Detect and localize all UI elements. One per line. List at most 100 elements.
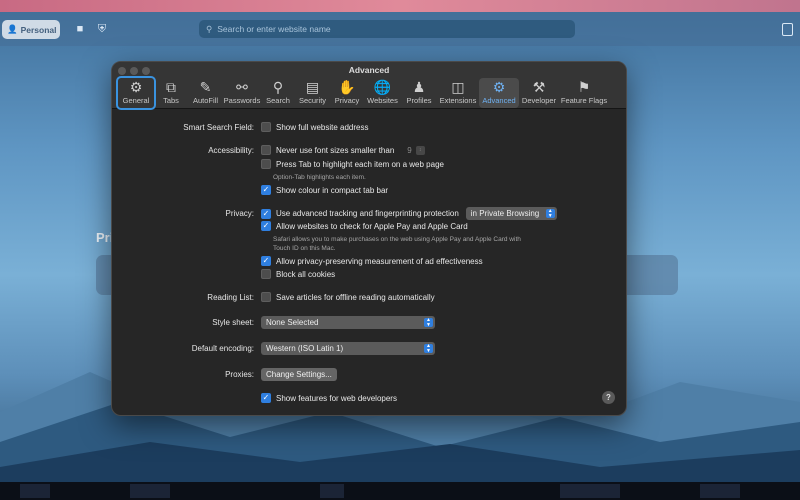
ad-measurement-checkbox[interactable]: ✓	[261, 256, 271, 266]
tab-label: Feature Flags	[560, 96, 608, 105]
tab-advanced[interactable]: ⚙ Advanced	[479, 78, 519, 108]
encoding-select[interactable]: Western (ISO Latin 1) ▲ ▼	[261, 342, 435, 355]
profile-label: Personal	[20, 24, 57, 35]
save-articles-text: Save articles for offline reading automa…	[276, 292, 435, 302]
tab-label: AutoFill	[192, 96, 218, 105]
tab-label: Tabs	[163, 96, 179, 105]
tab-security[interactable]: ▤ Security	[295, 78, 330, 108]
font-size-select[interactable]: 9 ↕	[407, 145, 425, 155]
style-sheet-select[interactable]: None Selected ▲ ▼	[261, 316, 435, 329]
proxies-row: Change Settings...	[261, 368, 337, 381]
tab-passwords[interactable]: ⚯ Passwords	[223, 78, 261, 108]
tracking-protection-checkbox[interactable]: ✓	[261, 208, 271, 219]
tab-websites[interactable]: 🌐 Websites	[364, 78, 401, 108]
chevron-updown-icon: ↕	[415, 145, 425, 155]
font-size-value: 9	[407, 145, 412, 155]
tab-autofill[interactable]: ✎ AutoFill	[188, 78, 223, 108]
tab-developer[interactable]: ⚒ Developer	[519, 78, 559, 108]
change-settings-button[interactable]: Change Settings...	[261, 368, 337, 381]
tab-label: Privacy	[334, 96, 360, 105]
chevron-updown-icon: ▲ ▼	[424, 318, 433, 327]
share-icon[interactable]	[782, 23, 793, 36]
background-sky-strip	[0, 0, 800, 12]
tracking-scope-select[interactable]: in Private Browsing ▲ ▼	[465, 207, 557, 220]
dock-strip	[0, 482, 800, 500]
block-cookies-text: Block all cookies	[276, 269, 336, 279]
encoding-row: Western (ISO Latin 1) ▲ ▼	[261, 342, 435, 355]
tracking-protection-row[interactable]: ✓ Use advanced tracking and fingerprinti…	[261, 207, 557, 220]
block-cookies-checkbox[interactable]	[261, 269, 271, 279]
save-articles-checkbox[interactable]	[261, 292, 271, 302]
puzzle-icon: ◫	[451, 79, 465, 95]
reading-list-label: Reading List:	[207, 293, 254, 302]
style-sheet-row: None Selected ▲ ▼	[261, 316, 435, 329]
encoding-label: Default encoding:	[191, 344, 254, 353]
ad-measurement-text: Allow privacy-preserving measurement of …	[276, 256, 483, 266]
show-full-address-text: Show full website address	[276, 122, 369, 132]
encoding-value: Western (ISO Latin 1)	[266, 344, 344, 353]
smart-search-label: Smart Search Field:	[183, 123, 254, 132]
help-button[interactable]: ?	[602, 391, 615, 404]
tab-tabs[interactable]: ⧉ Tabs	[154, 78, 188, 108]
wrench-icon: ⚒	[532, 79, 546, 95]
address-placeholder: Search or enter website name	[217, 24, 331, 34]
advanced-settings-pane: Smart Search Field: Show full website ad…	[112, 109, 626, 415]
safari-toolbar: 👤 Personal ■ ⛨ ⚲ Search or enter website…	[0, 12, 800, 46]
show-dev-features-row[interactable]: ✓ Show features for web developers	[261, 393, 397, 403]
show-full-address-checkbox[interactable]	[261, 122, 271, 132]
block-cookies-row[interactable]: Block all cookies	[261, 269, 335, 279]
save-articles-row[interactable]: Save articles for offline reading automa…	[261, 292, 435, 302]
press-tab-checkbox[interactable]	[261, 159, 271, 169]
sidebar-icon[interactable]: ■	[74, 23, 86, 35]
preferences-tab-bar: ⚙ General ⧉ Tabs ✎ AutoFill ⚯ Passwords …	[116, 76, 609, 110]
tab-label: Security	[298, 96, 327, 105]
address-bar[interactable]: ⚲ Search or enter website name	[199, 20, 575, 38]
show-dev-features-text: Show features for web developers	[276, 393, 397, 403]
apple-pay-checkbox[interactable]: ✓	[261, 221, 271, 231]
tab-label: Developer	[521, 96, 557, 105]
lock-icon: ▤	[305, 79, 320, 95]
show-colour-text: Show colour in compact tab bar	[276, 185, 389, 195]
apple-pay-note: Safari allows you to make purchases on t…	[273, 235, 521, 253]
preferences-window: Advanced ⚙ General ⧉ Tabs ✎ AutoFill ⚯ P…	[111, 61, 627, 416]
tab-extensions[interactable]: ◫ Extensions	[437, 78, 479, 108]
gears-icon: ⚙	[492, 79, 506, 95]
press-tab-row[interactable]: Press Tab to highlight each item on a we…	[261, 159, 444, 169]
privacy-shield-icon[interactable]: ⛨	[96, 23, 108, 35]
window-titlebar: Advanced ⚙ General ⧉ Tabs ✎ AutoFill ⚯ P…	[112, 62, 626, 110]
tab-privacy[interactable]: ✋ Privacy	[330, 78, 364, 108]
tab-label: Search	[266, 96, 290, 105]
apple-pay-note-line-2: Touch ID on this Mac.	[273, 245, 336, 252]
window-title: Advanced	[348, 65, 390, 75]
chevron-updown-icon: ▲ ▼	[545, 209, 555, 218]
min-font-size-checkbox[interactable]	[261, 145, 271, 155]
profile-button[interactable]: 👤 Personal	[2, 20, 60, 39]
tab-general[interactable]: ⚙ General	[116, 76, 156, 110]
tab-label: Websites	[367, 96, 398, 105]
tracking-scope-value: in Private Browsing	[470, 209, 540, 218]
show-dev-features-checkbox[interactable]: ✓	[261, 393, 271, 403]
apple-pay-note-line-1: Safari allows you to make purchases on t…	[273, 236, 521, 243]
tab-search[interactable]: ⚲ Search	[261, 78, 295, 108]
show-colour-checkbox[interactable]: ✓	[261, 185, 271, 195]
min-font-size-row[interactable]: Never use font sizes smaller than 9 ↕	[261, 145, 425, 155]
apple-pay-text: Allow websites to check for Apple Pay an…	[276, 221, 468, 231]
apple-pay-row[interactable]: ✓ Allow websites to check for Apple Pay …	[261, 221, 468, 231]
tab-label: Profiles	[406, 96, 432, 105]
show-colour-row[interactable]: ✓ Show colour in compact tab bar	[261, 185, 388, 195]
style-sheet-label: Style sheet:	[212, 318, 254, 327]
tabs-icon: ⧉	[166, 79, 176, 95]
show-full-address-row[interactable]: Show full website address	[261, 122, 369, 132]
tab-feature-flags[interactable]: ⚑ Feature Flags	[559, 78, 609, 108]
hand-icon: ✋	[338, 79, 356, 95]
ad-measurement-row[interactable]: ✓ Allow privacy-preserving measurement o…	[261, 256, 483, 266]
proxies-label: Proxies:	[225, 370, 254, 379]
chevron-updown-icon: ▲ ▼	[424, 344, 433, 353]
tracking-protection-text: Use advanced tracking and fingerprinting…	[276, 209, 459, 218]
search-icon: ⚲	[272, 79, 284, 95]
flags-icon: ⚑	[577, 79, 591, 95]
tab-label: General	[122, 96, 150, 105]
style-sheet-value: None Selected	[266, 318, 319, 327]
tab-profiles[interactable]: ♟ Profiles	[401, 78, 437, 108]
tab-label: Advanced	[482, 96, 516, 105]
